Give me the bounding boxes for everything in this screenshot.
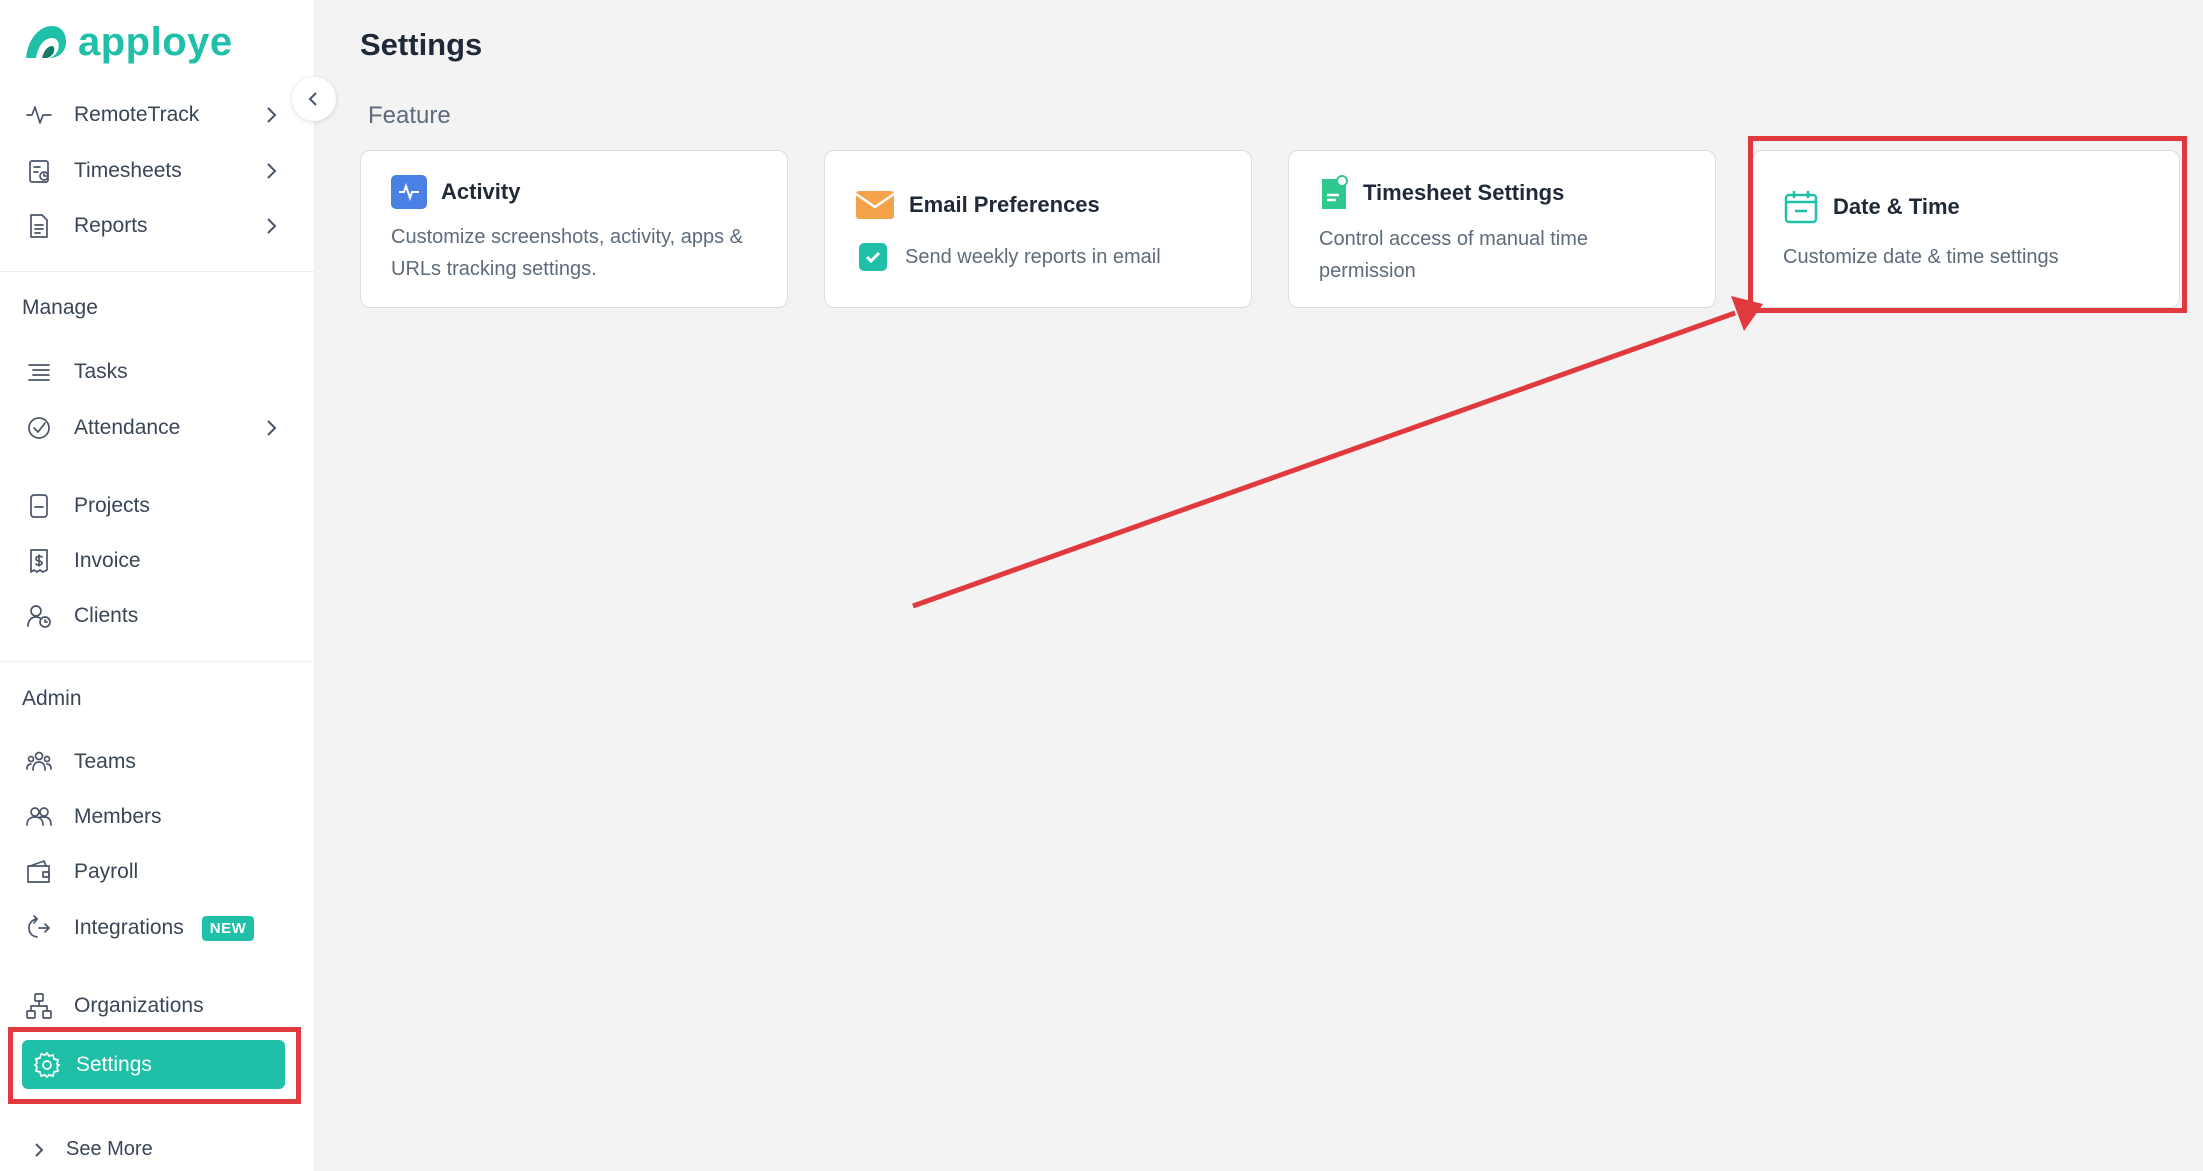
checkbox-label: Send weekly reports in email xyxy=(905,245,1161,268)
new-badge: NEW xyxy=(201,915,255,941)
collapse-sidebar-button[interactable] xyxy=(292,77,336,121)
chevron-right-icon xyxy=(260,160,282,182)
activity-icon xyxy=(391,175,427,209)
weekly-report-checkbox[interactable] xyxy=(859,243,887,271)
sidebar-item-label: Clients xyxy=(74,604,139,627)
sidebar-item-payroll[interactable]: Payroll xyxy=(22,847,282,897)
sidebar-item-tasks[interactable]: Tasks xyxy=(22,347,282,397)
sidebar-item-label: Invoice xyxy=(74,549,141,572)
card-description: Control access of manual time permission xyxy=(1319,228,1589,282)
highlight-box-settings xyxy=(8,1027,301,1104)
sidebar-item-teams[interactable]: Teams xyxy=(22,737,282,787)
sidebar-item-label: Members xyxy=(74,805,162,828)
integrations-icon xyxy=(22,911,56,945)
sidebar-item-attendance[interactable]: Attendance xyxy=(22,403,282,453)
sidebar-item-timesheets[interactable]: Timesheets xyxy=(22,146,282,196)
chevron-right-icon xyxy=(260,417,282,439)
attendance-icon xyxy=(22,411,56,445)
card-title: Activity xyxy=(441,179,521,204)
organizations-icon xyxy=(22,989,56,1023)
sidebar-item-projects[interactable]: Projects xyxy=(22,481,282,531)
see-more-link[interactable]: See More xyxy=(30,1138,153,1161)
clients-icon xyxy=(22,599,56,633)
sidebar-item-organizations[interactable]: Organizations xyxy=(22,981,282,1031)
weekly-report-checkbox-row[interactable]: Send weekly reports in email xyxy=(859,243,1161,271)
tasks-icon xyxy=(22,355,56,389)
chevron-right-icon xyxy=(35,1142,44,1157)
sidebar-item-clients[interactable]: Clients xyxy=(22,591,282,641)
email-preferences-card[interactable]: Email Preferences Send weekly reports in… xyxy=(824,150,1252,308)
pulse-icon xyxy=(22,98,56,132)
members-icon xyxy=(22,800,56,834)
brand-name: apploye xyxy=(78,20,233,64)
check-icon xyxy=(865,251,881,264)
card-header: Timesheet Settings xyxy=(1319,175,1564,211)
card-title: Timesheet Settings xyxy=(1363,180,1565,205)
teams-icon xyxy=(22,745,56,779)
page-title: Settings xyxy=(360,27,483,62)
sidebar-item-members[interactable]: Members xyxy=(22,792,282,842)
logo[interactable]: apploye xyxy=(22,22,233,62)
manage-section-label: Manage xyxy=(22,296,98,319)
feature-section-title: Feature xyxy=(368,102,451,129)
chevron-right-icon xyxy=(260,215,282,237)
envelope-icon xyxy=(855,191,895,219)
timesheet-icon xyxy=(22,154,56,188)
card-title: Date & Time xyxy=(1833,194,1960,219)
sidebar-item-reports[interactable]: Reports xyxy=(22,201,282,251)
sidebar-divider xyxy=(0,271,315,272)
sidebar-divider xyxy=(0,661,315,662)
report-icon xyxy=(22,209,56,243)
sidebar-item-remotetrack[interactable]: RemoteTrack xyxy=(22,90,282,140)
sidebar-item-label: Reports xyxy=(74,214,148,237)
sidebar-item-label: Timesheets xyxy=(74,159,182,182)
sidebar-item-label: Organizations xyxy=(74,994,204,1017)
invoice-icon xyxy=(22,544,56,578)
date-time-card[interactable]: Date & Time Customize date & time settin… xyxy=(1752,150,2180,308)
card-description: Customize date & time settings xyxy=(1783,246,2059,268)
sidebar-item-integrations[interactable]: Integrations NEW xyxy=(22,903,282,953)
card-description: Customize screenshots, activity, apps & … xyxy=(391,226,743,280)
sidebar-item-label: Projects xyxy=(74,494,150,517)
card-header: Email Preferences xyxy=(855,189,1100,221)
chevron-left-icon xyxy=(308,92,317,106)
calendar-icon xyxy=(1784,191,1818,224)
admin-section-label: Admin xyxy=(22,687,82,710)
sidebar-item-label: Teams xyxy=(74,750,136,773)
activity-card[interactable]: Activity Customize screenshots, activity… xyxy=(360,150,788,308)
apploye-logo-icon xyxy=(26,26,66,58)
chevron-right-icon xyxy=(260,104,282,126)
sidebar: apploye RemoteTrack Timesheets Reports M… xyxy=(0,0,336,1171)
card-header: Date & Time xyxy=(1783,189,1960,225)
sidebar-item-invoice[interactable]: Invoice xyxy=(22,536,282,586)
timesheet-doc-icon xyxy=(1322,175,1348,209)
card-header: Activity xyxy=(391,175,520,209)
card-title: Email Preferences xyxy=(909,192,1100,217)
project-icon xyxy=(22,489,56,523)
see-more-label: See More xyxy=(66,1138,153,1160)
timesheet-settings-card[interactable]: Timesheet Settings Control access of man… xyxy=(1288,150,1716,308)
sidebar-item-label: Integrations xyxy=(74,916,184,939)
wallet-icon xyxy=(22,855,56,889)
sidebar-item-label: Payroll xyxy=(74,860,139,883)
sidebar-item-label: Tasks xyxy=(74,360,128,383)
sidebar-item-label: Attendance xyxy=(74,416,181,439)
sidebar-item-label: RemoteTrack xyxy=(74,103,200,126)
